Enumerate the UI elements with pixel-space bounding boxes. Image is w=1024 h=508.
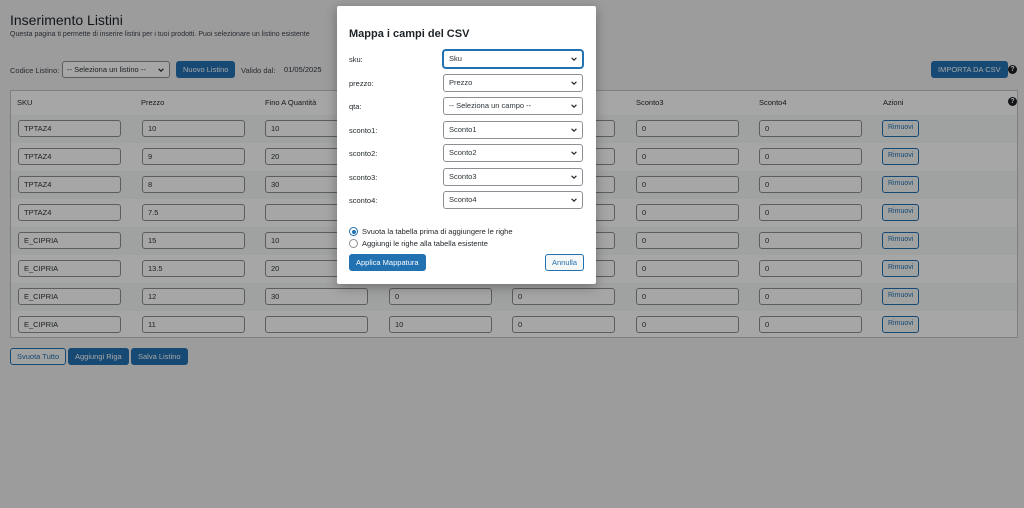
mapping-select[interactable]: Sku xyxy=(443,50,583,68)
chevron-down-icon xyxy=(571,151,577,155)
mapping-select-value: Sconto3 xyxy=(449,171,477,181)
mapping-select-value: -- Seleziona un campo -- xyxy=(449,101,532,110)
mapping-label: sconto2: xyxy=(349,149,378,158)
mapping-select[interactable]: Sconto2 xyxy=(443,144,583,162)
cancel-button[interactable]: Annulla xyxy=(545,254,585,271)
chevron-down-icon xyxy=(571,104,577,108)
radio-replace[interactable] xyxy=(349,227,358,236)
chevron-down-icon xyxy=(571,174,577,179)
chevron-down-icon xyxy=(571,80,577,85)
apply-mapping-button[interactable]: Applica Mappatura xyxy=(349,254,426,271)
radio-append-label: Aggiungi le righe alla tabella esistente xyxy=(362,239,488,248)
mapping-select[interactable]: -- Seleziona un campo -- xyxy=(443,97,583,115)
mapping-select-value: Sku xyxy=(449,54,462,63)
mapping-select[interactable]: Prezzo xyxy=(443,73,583,92)
mapping-label: sconto3: xyxy=(349,172,378,182)
mapping-select[interactable]: Sconto1 xyxy=(443,120,583,139)
mapping-label: prezzo: xyxy=(349,78,374,88)
mapping-label: sku: xyxy=(349,55,363,64)
modal-title: Mappa i campi del CSV xyxy=(349,28,470,40)
csv-mapping-modal: Mappa i campi del CSV sku: Sku prezzo: Prez… xyxy=(337,6,596,284)
mapping-select-value: Sconto1 xyxy=(449,124,477,134)
mapping-select-value: Sconto2 xyxy=(449,148,477,157)
mapping-select-value: Sconto4 xyxy=(449,195,477,204)
mapping-label: sconto4: xyxy=(349,196,378,205)
radio-append[interactable] xyxy=(349,239,358,248)
mapping-label: sconto1: xyxy=(349,125,378,135)
mapping-select-value: Prezzo xyxy=(449,77,473,87)
radio-replace-label: Svuota la tabella prima di aggiungere le… xyxy=(362,227,513,236)
chevron-down-icon xyxy=(571,57,577,61)
mapping-select[interactable]: Sconto4 xyxy=(443,191,583,209)
mapping-select[interactable]: Sconto3 xyxy=(443,167,583,186)
chevron-down-icon xyxy=(571,198,577,202)
chevron-down-icon xyxy=(571,127,577,132)
mapping-label: qta: xyxy=(349,102,362,111)
